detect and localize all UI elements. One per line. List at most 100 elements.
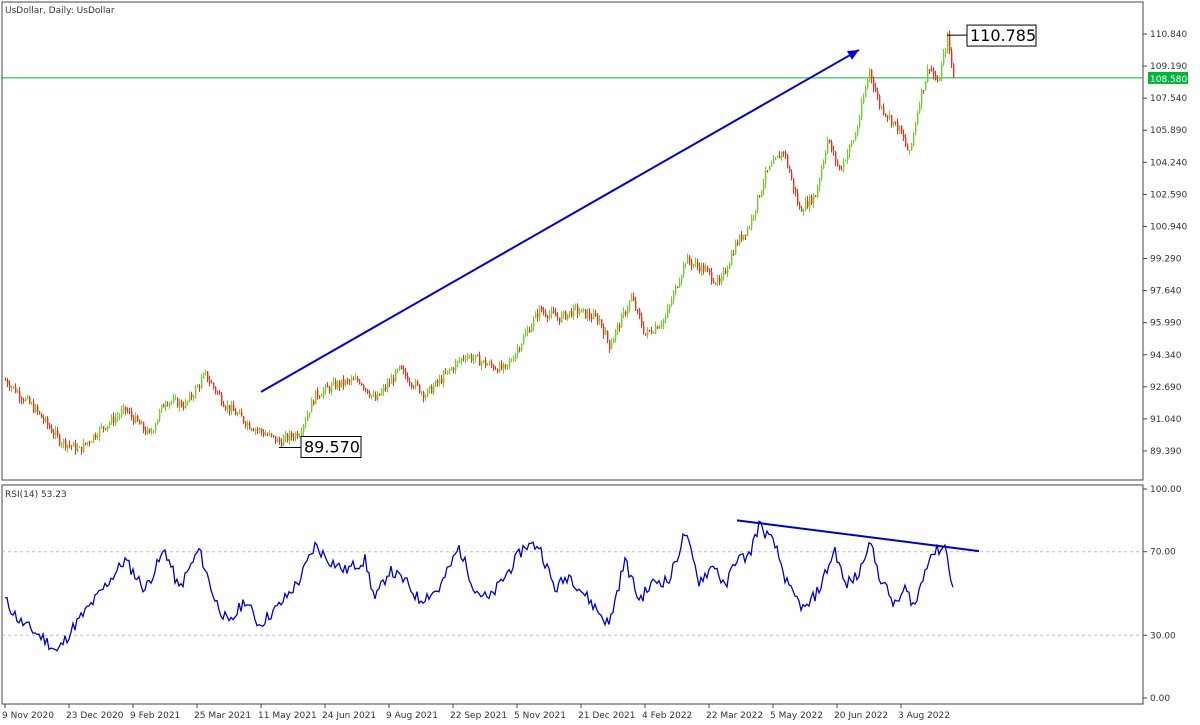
candle: [93, 434, 95, 444]
candle-body: [797, 193, 799, 204]
candle: [595, 309, 597, 318]
candle: [493, 364, 495, 371]
candle: [479, 351, 481, 366]
candle: [391, 373, 393, 384]
candle: [143, 421, 145, 434]
candle-body: [911, 143, 913, 151]
candle: [567, 313, 569, 321]
candle-body: [785, 152, 787, 156]
candle-body: [129, 411, 131, 413]
candle: [187, 400, 189, 406]
candle: [9, 380, 11, 391]
candle: [635, 296, 637, 312]
candle: [153, 429, 155, 435]
candle: [565, 310, 567, 320]
candle-body: [653, 332, 655, 334]
candle: [437, 378, 439, 387]
candle-body: [851, 142, 853, 146]
candle-body: [135, 415, 137, 423]
candle: [69, 440, 71, 449]
candle: [775, 156, 777, 161]
candle: [451, 366, 453, 371]
candle: [111, 414, 113, 425]
candle: [85, 442, 87, 446]
candle: [929, 68, 931, 74]
candle: [727, 265, 729, 277]
candle-body: [453, 368, 455, 371]
candle: [691, 258, 693, 271]
candle: [59, 433, 61, 447]
candle: [67, 444, 69, 453]
price-label: 110.785: [970, 26, 1036, 45]
candle-body: [127, 410, 129, 412]
candle: [159, 408, 161, 423]
candle-body: [449, 370, 451, 372]
candle: [137, 414, 139, 422]
candle-body: [157, 419, 159, 425]
candle-body: [329, 387, 331, 392]
candle-body: [441, 378, 443, 383]
candle: [309, 412, 311, 419]
candle-body: [475, 355, 477, 359]
candle-body: [867, 79, 869, 88]
candle: [505, 364, 507, 370]
candle-body: [197, 385, 199, 388]
candle-body: [743, 234, 745, 240]
candle: [677, 285, 679, 289]
candle-body: [499, 363, 501, 373]
candle-body: [825, 152, 827, 161]
candle: [401, 365, 403, 370]
candle-body: [235, 410, 237, 416]
candle: [125, 406, 127, 416]
candle: [311, 397, 313, 413]
candle: [881, 105, 883, 110]
candle-body: [491, 362, 493, 366]
candle-body: [815, 195, 817, 197]
candle-body: [229, 404, 231, 412]
candle-body: [729, 263, 731, 269]
candle: [873, 76, 875, 93]
candle: [169, 401, 171, 409]
candle: [753, 214, 755, 221]
candle: [259, 427, 261, 434]
candle: [735, 239, 737, 256]
candle: [845, 159, 847, 162]
candle-body: [901, 125, 903, 134]
candle: [787, 153, 789, 169]
candle-body: [757, 195, 759, 211]
candle-body: [543, 311, 545, 313]
rsi-line: [4, 520, 954, 652]
candle-body: [827, 139, 829, 153]
x-tick-label: 11 May 2021: [258, 711, 317, 721]
candle: [373, 389, 375, 398]
candle: [31, 401, 33, 406]
chart-canvas[interactable]: UsDollar, Daily: UsDollar RSI(14) 53.23 …: [0, 0, 1200, 725]
candle: [431, 384, 433, 394]
candle: [269, 430, 271, 437]
candle: [141, 419, 143, 425]
candle-body: [951, 51, 953, 65]
candle-body: [631, 296, 633, 302]
candle-body: [793, 178, 795, 190]
candle-body: [439, 378, 441, 383]
candle-body: [41, 413, 43, 418]
candle: [131, 407, 133, 421]
candle: [831, 139, 833, 153]
candle-body: [935, 74, 937, 80]
chart-title: UsDollar, Daily: UsDollar: [5, 6, 115, 16]
candle: [243, 415, 245, 424]
candle: [61, 441, 63, 449]
candle: [485, 357, 487, 369]
candle: [419, 384, 421, 394]
candle-body: [467, 356, 469, 359]
candle: [703, 262, 705, 275]
candle-body: [261, 428, 263, 433]
candle: [109, 421, 111, 429]
x-tick-label: 22 Sep 2021: [450, 711, 507, 721]
candle: [175, 394, 177, 401]
candle: [945, 47, 947, 58]
candle: [603, 323, 605, 339]
candle: [497, 368, 499, 374]
candle-body: [25, 398, 27, 402]
candle-body: [719, 278, 721, 283]
